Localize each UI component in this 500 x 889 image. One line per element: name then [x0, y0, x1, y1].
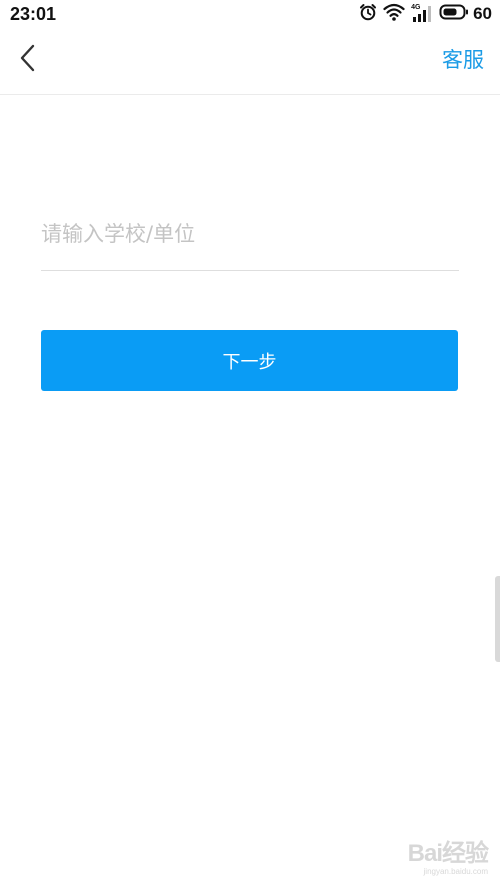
watermark-brand-text: Bai经验: [407, 840, 489, 867]
school-input-field: [41, 210, 459, 271]
wifi-icon: [383, 3, 405, 25]
watermark-brand: Bai经验: [407, 840, 489, 867]
back-button[interactable]: [8, 40, 48, 80]
chevron-left-icon: [18, 43, 38, 77]
alarm-icon: [359, 3, 377, 25]
customer-service-link[interactable]: 客服: [442, 46, 484, 74]
status-time: 23:01: [10, 4, 57, 24]
next-step-button[interactable]: 下一步: [41, 330, 458, 391]
battery-icon: [439, 3, 469, 25]
status-icons: 4G 60: [359, 3, 492, 25]
status-bar: 23:01 4G 60: [0, 0, 500, 28]
signal-icon: 4G: [411, 4, 433, 23]
side-drawer-handle[interactable]: [495, 576, 500, 662]
watermark: Bai经验 jingyan.baidu.com: [407, 840, 489, 881]
battery-level: 60: [473, 4, 492, 23]
watermark-url: jingyan.baidu.com: [423, 867, 488, 876]
school-input[interactable]: [41, 210, 459, 258]
nav-bar: 客服: [0, 28, 500, 95]
